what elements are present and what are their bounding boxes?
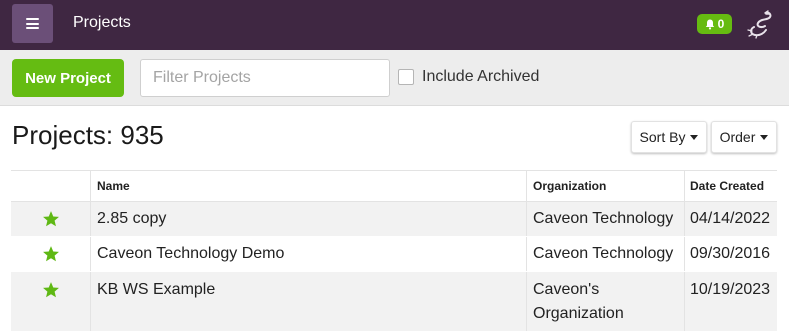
table-header-row: Name Organization Date Created (11, 171, 777, 202)
project-name[interactable]: 2.85 copy (91, 202, 527, 236)
project-date-created: 04/14/2022 (690, 210, 771, 227)
projects-table: Name Organization Date Created 2.85 copy… (11, 170, 777, 332)
new-project-button[interactable]: New Project (12, 59, 124, 97)
projects-count-heading: Projects: 935 (12, 120, 164, 150)
column-header-organization[interactable]: Organization (527, 171, 685, 201)
menu-button[interactable] (12, 4, 53, 43)
filter-projects-input[interactable] (140, 59, 390, 97)
table-row[interactable]: Caveon Technology Demo Caveon Technology… (11, 237, 777, 272)
star-icon[interactable] (42, 210, 60, 228)
project-date-created: 10/19/2023 (690, 281, 771, 298)
include-archived-checkbox[interactable] (398, 69, 414, 85)
sort-by-label: Sort By (639, 129, 686, 145)
star-column-header (11, 171, 91, 201)
caret-down-icon (690, 134, 699, 140)
favorite-toggle[interactable] (11, 272, 91, 331)
bell-icon (705, 19, 714, 29)
order-dropdown[interactable]: Order (711, 121, 777, 153)
column-header-date-created[interactable]: Date Created (685, 171, 777, 201)
table-row[interactable]: KB WS Example Caveon's Organization 10/1… (11, 272, 777, 332)
project-organization: Caveon Technology (527, 237, 685, 271)
caret-down-icon (760, 134, 769, 140)
table-row[interactable]: 2.85 copy Caveon Technology 04/14/2022 (11, 202, 777, 237)
projects-toolbar: New Project Include Archived (0, 50, 789, 106)
favorite-toggle[interactable] (11, 202, 91, 236)
column-header-name[interactable]: Name (91, 171, 527, 201)
page-title: Projects (73, 14, 131, 31)
star-icon[interactable] (42, 245, 60, 263)
include-archived-toggle[interactable]: Include Archived (398, 68, 539, 86)
scorpion-logo-icon[interactable] (746, 9, 774, 39)
star-icon[interactable] (42, 281, 60, 299)
sort-by-dropdown[interactable]: Sort By (631, 121, 707, 153)
project-date-created: 09/30/2016 (690, 245, 771, 262)
project-name[interactable]: Caveon Technology Demo (91, 237, 527, 271)
project-organization: Caveon Technology (527, 202, 685, 236)
notification-count: 0 (717, 17, 725, 31)
include-archived-label[interactable]: Include Archived (422, 68, 539, 86)
favorite-toggle[interactable] (11, 237, 91, 271)
notifications-badge[interactable]: 0 (697, 14, 732, 34)
top-navbar: Projects 0 (0, 0, 789, 50)
order-label: Order (719, 129, 756, 145)
project-organization: Caveon's Organization (527, 272, 685, 331)
hamburger-menu-icon (26, 18, 39, 29)
project-name[interactable]: KB WS Example (91, 272, 527, 331)
